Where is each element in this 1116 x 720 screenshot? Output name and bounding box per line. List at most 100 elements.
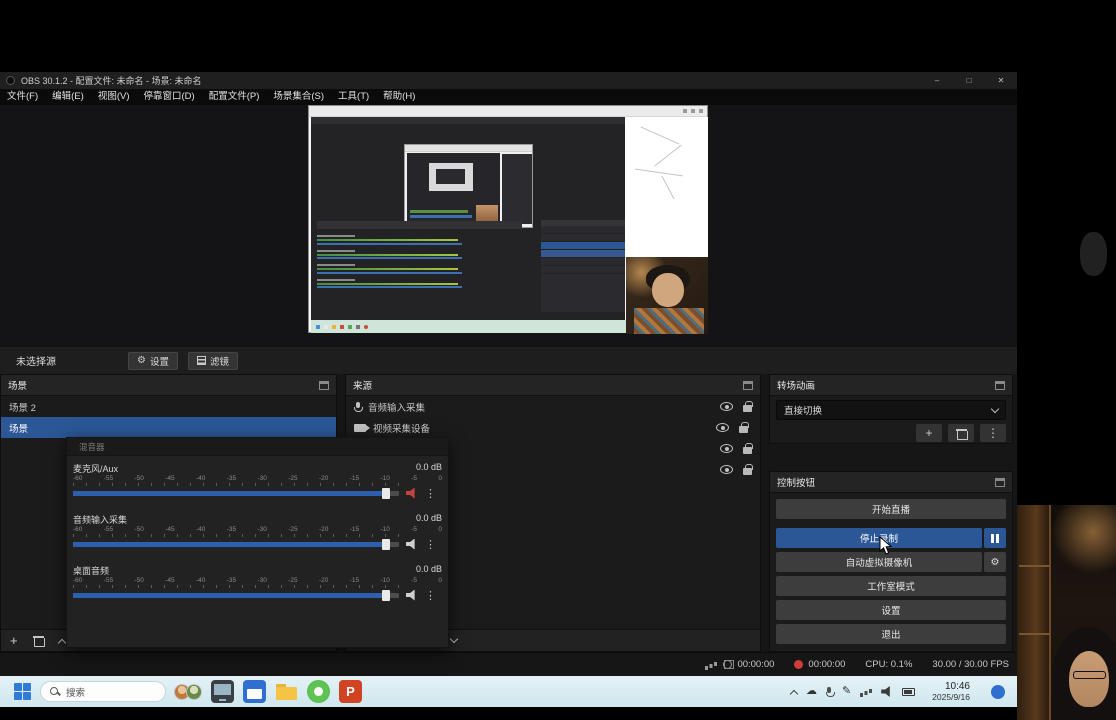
lock-icon[interactable] bbox=[743, 443, 753, 454]
scene-item-selected[interactable]: 场景 bbox=[1, 417, 336, 438]
lock-icon[interactable] bbox=[743, 464, 753, 475]
transitions-dock-title: 转场动画 bbox=[777, 381, 816, 392]
channel-name: 桌面音频 bbox=[73, 566, 110, 576]
visibility-eye-icon[interactable] bbox=[720, 444, 733, 453]
file-explorer-icon[interactable] bbox=[275, 680, 298, 703]
transition-options-button[interactable]: ⋮ bbox=[980, 424, 1006, 442]
onedrive-cloud-icon[interactable]: ☁ bbox=[806, 686, 817, 697]
channel-options-button[interactable]: ⋮ bbox=[425, 589, 436, 602]
mixer-channel-desktop-audio: 桌面音频 0.0 dB -60 -55 -50 -45 -40 -35 -30 -25 -20-… bbox=[73, 564, 442, 602]
channel-db: 0.0 dB bbox=[415, 564, 442, 574]
person-face bbox=[1069, 651, 1109, 707]
speaker-icon[interactable] bbox=[406, 538, 415, 550]
source-filters-button[interactable]: 滤镜 bbox=[187, 351, 238, 370]
search-icon bbox=[50, 686, 60, 697]
pause-recording-button[interactable] bbox=[984, 528, 1006, 548]
menubar: 文件(F) 编辑(E) 视图(V) 停靠窗口(D) 配置文件(P) 场景集合(S… bbox=[0, 89, 1017, 105]
maximize-button[interactable]: □ bbox=[953, 72, 985, 89]
source-settings-button[interactable]: ⚙ 设置 bbox=[128, 351, 178, 370]
db-scale: -60 -55 -50 -45 -40 -35 -30 -25 -20 -15 -10 -5 0 bbox=[73, 577, 442, 584]
preview-canvas[interactable] bbox=[0, 105, 1017, 346]
mixer-title: 混音器 bbox=[79, 441, 105, 452]
menu-scene-collection[interactable]: 场景集合(S) bbox=[266, 89, 331, 105]
settings-button[interactable]: 设置 bbox=[776, 600, 1006, 620]
tray-volume-icon[interactable] bbox=[881, 686, 890, 697]
source-label: 视频采集设备 bbox=[373, 423, 431, 435]
chevron-down-icon bbox=[990, 404, 1000, 413]
exit-button[interactable]: 退出 bbox=[776, 624, 1006, 644]
scene-label: 场景 2 bbox=[9, 402, 36, 414]
lock-icon[interactable] bbox=[739, 422, 749, 433]
filter-icon bbox=[196, 356, 206, 365]
menu-help[interactable]: 帮助(H) bbox=[376, 89, 422, 105]
controls-dock: 控制按钮 开始直播 停止录制 自动虚拟摄像机 ⚙ 工作室模式 设置 退出 bbox=[769, 471, 1013, 652]
scene-up-button[interactable] bbox=[57, 638, 66, 647]
remove-scene-button[interactable] bbox=[32, 635, 45, 647]
tray-network-icon[interactable] bbox=[860, 687, 872, 697]
tray-chevron-icon[interactable] bbox=[789, 689, 799, 698]
volume-slider[interactable] bbox=[73, 538, 399, 550]
start-streaming-button[interactable]: 开始直播 bbox=[776, 499, 1006, 519]
nested-webcam-thumb bbox=[626, 257, 708, 334]
audio-mixer-window[interactable]: 混音器 麦克风/Aux 0.0 dB -60 -55 -50 -45 -40 -35 -30… bbox=[66, 437, 449, 648]
virtual-camera-settings-button[interactable]: ⚙ bbox=[984, 552, 1006, 572]
scene-label: 场景 bbox=[9, 423, 29, 435]
visibility-eye-icon[interactable] bbox=[720, 402, 733, 411]
blue-app-icon[interactable] bbox=[243, 680, 266, 703]
mute-speaker-icon[interactable] bbox=[406, 487, 415, 499]
popout-dock-icon[interactable] bbox=[319, 380, 329, 390]
gear-icon: ⚙ bbox=[137, 355, 146, 366]
notification-badge[interactable] bbox=[991, 684, 1005, 699]
nested-titlebar bbox=[309, 106, 707, 117]
window-title: OBS 30.1.2 - 配置文件: 未命名 - 场景: 未命名 bbox=[21, 76, 202, 86]
menu-view[interactable]: 视图(V) bbox=[91, 89, 137, 105]
popout-dock-icon[interactable] bbox=[995, 380, 1005, 390]
slider-handle[interactable] bbox=[382, 589, 390, 601]
speaker-icon[interactable] bbox=[406, 589, 415, 601]
minimize-button[interactable]: – bbox=[921, 72, 953, 89]
visibility-eye-icon[interactable] bbox=[716, 423, 729, 432]
channel-options-button[interactable]: ⋮ bbox=[425, 487, 436, 500]
studio-mode-button[interactable]: 工作室模式 bbox=[776, 576, 1006, 596]
lock-icon[interactable] bbox=[743, 401, 753, 412]
menu-docks[interactable]: 停靠窗口(D) bbox=[136, 89, 201, 105]
scene-item[interactable]: 场景 2 bbox=[1, 396, 336, 417]
remove-transition-button[interactable] bbox=[948, 424, 974, 442]
menu-profile[interactable]: 配置文件(P) bbox=[202, 89, 267, 105]
search-highlight-avatars[interactable] bbox=[174, 683, 202, 700]
add-transition-button[interactable]: + bbox=[916, 424, 942, 442]
popout-dock-icon[interactable] bbox=[995, 477, 1005, 487]
popout-dock-icon[interactable] bbox=[743, 380, 753, 390]
close-button[interactable]: ✕ bbox=[985, 72, 1017, 89]
visibility-eye-icon[interactable] bbox=[720, 465, 733, 474]
slider-handle[interactable] bbox=[382, 538, 390, 550]
menu-file[interactable]: 文件(F) bbox=[0, 89, 45, 105]
search-input[interactable]: 搜索 bbox=[40, 681, 166, 702]
tray-mic-icon[interactable] bbox=[825, 686, 835, 697]
pen-icon[interactable]: ✎ bbox=[842, 686, 851, 697]
menu-edit[interactable]: 编辑(E) bbox=[45, 89, 91, 105]
screenshot-tool-icon[interactable] bbox=[211, 680, 234, 703]
obs-window: OBS 30.1.2 - 配置文件: 未命名 - 场景: 未命名 – □ ✕ 文… bbox=[0, 72, 1017, 676]
source-down-button[interactable] bbox=[449, 634, 458, 644]
battery-icon[interactable] bbox=[902, 687, 916, 696]
start-button[interactable] bbox=[14, 683, 31, 700]
add-scene-button[interactable]: + bbox=[10, 633, 18, 648]
mixer-channel-audio-input: 音频输入采集 0.0 dB -60 -55 -50 -45 -40 -35 -30 -25 -2… bbox=[73, 513, 442, 551]
powerpoint-icon[interactable]: P bbox=[339, 680, 362, 703]
channel-options-button[interactable]: ⋮ bbox=[425, 538, 436, 551]
slider-handle[interactable] bbox=[382, 487, 390, 499]
transition-select[interactable]: 直接切换 bbox=[776, 400, 1006, 420]
mouse-cursor bbox=[879, 536, 893, 555]
volume-slider[interactable] bbox=[73, 487, 399, 499]
taskbar-clock[interactable]: 10:46 2025/9/16 bbox=[932, 681, 970, 702]
source-row-audio-input[interactable]: 音频输入采集 bbox=[346, 396, 760, 417]
sources-dock-title: 来源 bbox=[353, 381, 373, 392]
fps-counter: 30.00 / 30.00 FPS bbox=[932, 659, 1009, 670]
channel-name: 音频输入采集 bbox=[73, 515, 128, 525]
volume-slider[interactable] bbox=[73, 589, 399, 601]
source-row-video-capture[interactable]: 视频采集设备 bbox=[346, 417, 760, 438]
obs-app-icon[interactable] bbox=[307, 680, 330, 703]
menu-tools[interactable]: 工具(T) bbox=[331, 89, 376, 105]
source-label: 音频输入采集 bbox=[368, 402, 426, 414]
